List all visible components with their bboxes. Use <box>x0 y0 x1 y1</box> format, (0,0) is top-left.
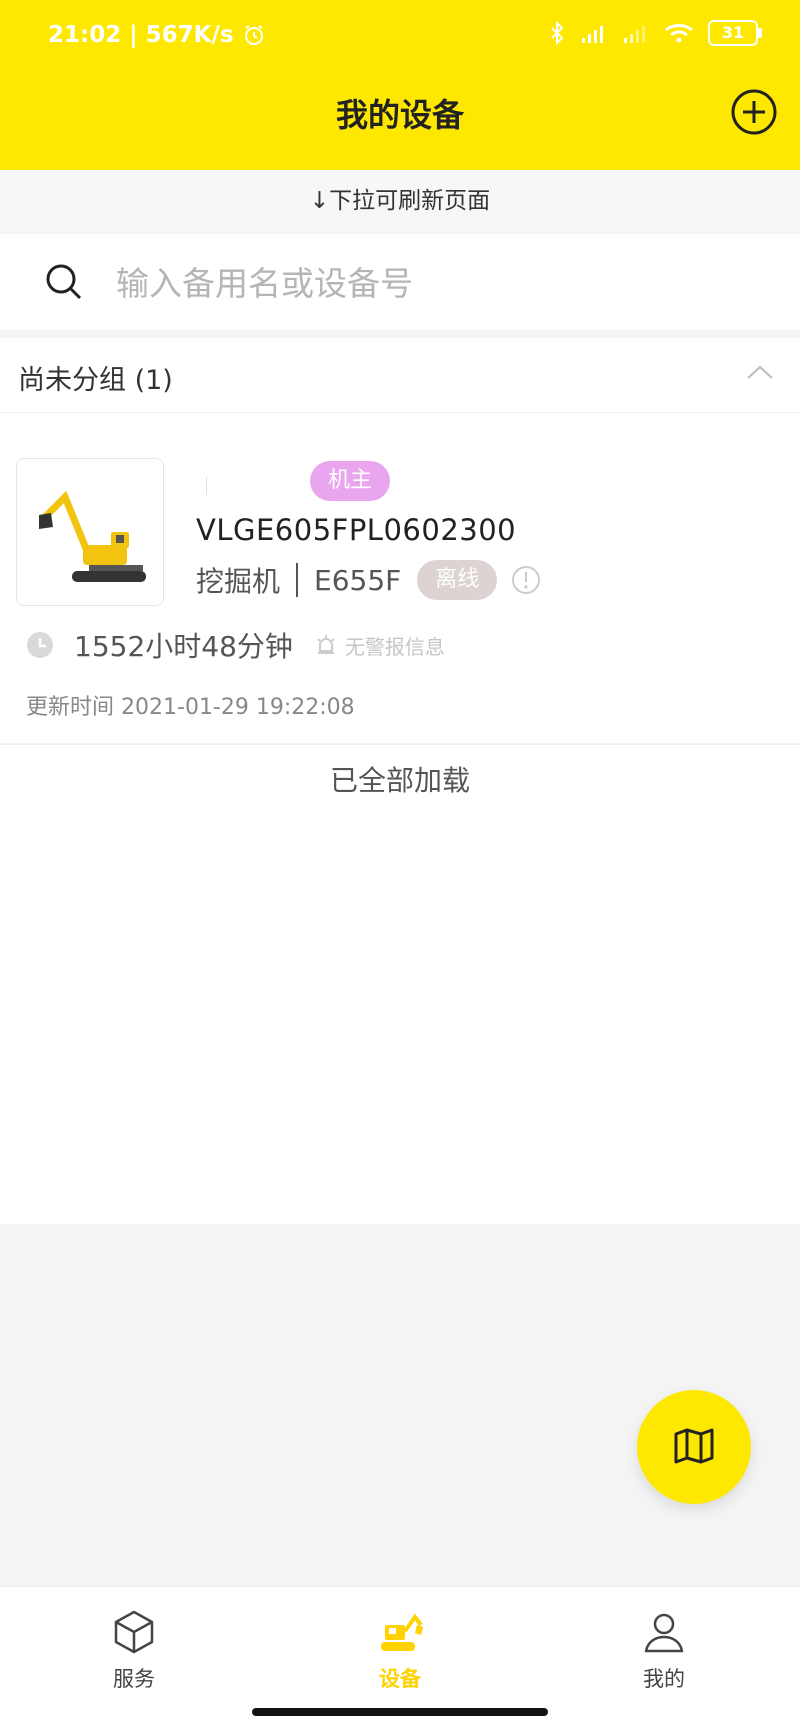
role-badge: 机主 <box>310 461 390 501</box>
tab-service-label: 服务 <box>113 1667 155 1691</box>
all-loaded-text: 已全部加载 <box>0 744 800 817</box>
status-badge: 离线 <box>417 560 498 600</box>
signal-weak-icon <box>624 26 645 43</box>
device-id: VLGE605FPL0602300 <box>196 513 517 547</box>
meta-separator <box>296 563 299 597</box>
user-icon <box>644 1613 684 1653</box>
top-header: 21:02 | 567K/s 31 我的设备 <box>0 0 800 170</box>
chevron-up-icon[interactable] <box>746 364 774 380</box>
page-title: 我的设备 <box>335 96 464 134</box>
map-fab-button[interactable] <box>637 1390 751 1504</box>
excavator-image-icon <box>39 490 146 582</box>
alarm-status: 无警报信息 <box>315 631 445 660</box>
status-left: 21:02 | 567K/s <box>48 22 266 48</box>
wifi-icon <box>665 24 693 43</box>
group-title: 尚未分组 (1) <box>18 365 173 396</box>
search-bar <box>0 234 800 330</box>
update-label: 更新时间 <box>26 695 115 720</box>
alarm-icon <box>317 635 335 654</box>
clock-icon <box>27 632 53 658</box>
divider <box>206 477 207 495</box>
pull-refresh-hint: ↓下拉可刷新页面 <box>0 170 800 232</box>
device-type: 挖掘机 <box>196 565 281 598</box>
alarm-text: 无警报信息 <box>344 634 445 659</box>
excavator-icon <box>381 1613 423 1651</box>
device-model: E655F <box>314 563 402 597</box>
update-time-row: 更新时间 2021-01-29 19:22:08 <box>26 689 355 721</box>
runtime-row: 1552小时48分钟 无警报信息 <box>26 625 445 665</box>
device-thumbnail <box>16 458 164 606</box>
home-indicator <box>252 1708 548 1716</box>
search-icon <box>46 264 82 300</box>
device-card[interactable]: 机主 VLGE605FPL0602300 挖掘机 E655F 离线 1552小时… <box>0 413 800 743</box>
status-bar: 21:02 | 567K/s 31 <box>0 0 800 76</box>
tab-profile[interactable]: 我的 <box>584 1609 744 1693</box>
runtime-text: 1552小时48分钟 <box>74 630 293 663</box>
map-icon <box>674 1428 714 1464</box>
alarm-clock-icon <box>244 25 263 45</box>
tab-service[interactable]: 服务 <box>54 1609 214 1693</box>
content-area <box>0 816 800 1224</box>
update-time: 2021-01-29 19:22:08 <box>121 695 355 720</box>
status-right: 31 <box>548 20 762 46</box>
group-header[interactable]: 尚未分组 (1) <box>0 338 800 413</box>
tab-profile-label: 我的 <box>643 1667 685 1691</box>
device-meta: 挖掘机 E655F 离线 <box>196 559 541 601</box>
status-time: 21:02 <box>48 22 122 48</box>
info-icon[interactable] <box>511 565 541 595</box>
cube-icon <box>114 1610 154 1654</box>
signal-icon <box>582 26 603 43</box>
status-separator: | <box>129 22 138 48</box>
tab-equipment-label: 设备 <box>379 1667 421 1691</box>
search-input[interactable] <box>114 252 758 314</box>
add-device-button[interactable] <box>730 88 778 136</box>
tab-equipment[interactable]: 设备 <box>320 1609 480 1693</box>
bluetooth-icon <box>551 21 564 45</box>
battery-indicator: 31 <box>708 20 762 46</box>
network-speed: 567K/s <box>145 22 234 48</box>
